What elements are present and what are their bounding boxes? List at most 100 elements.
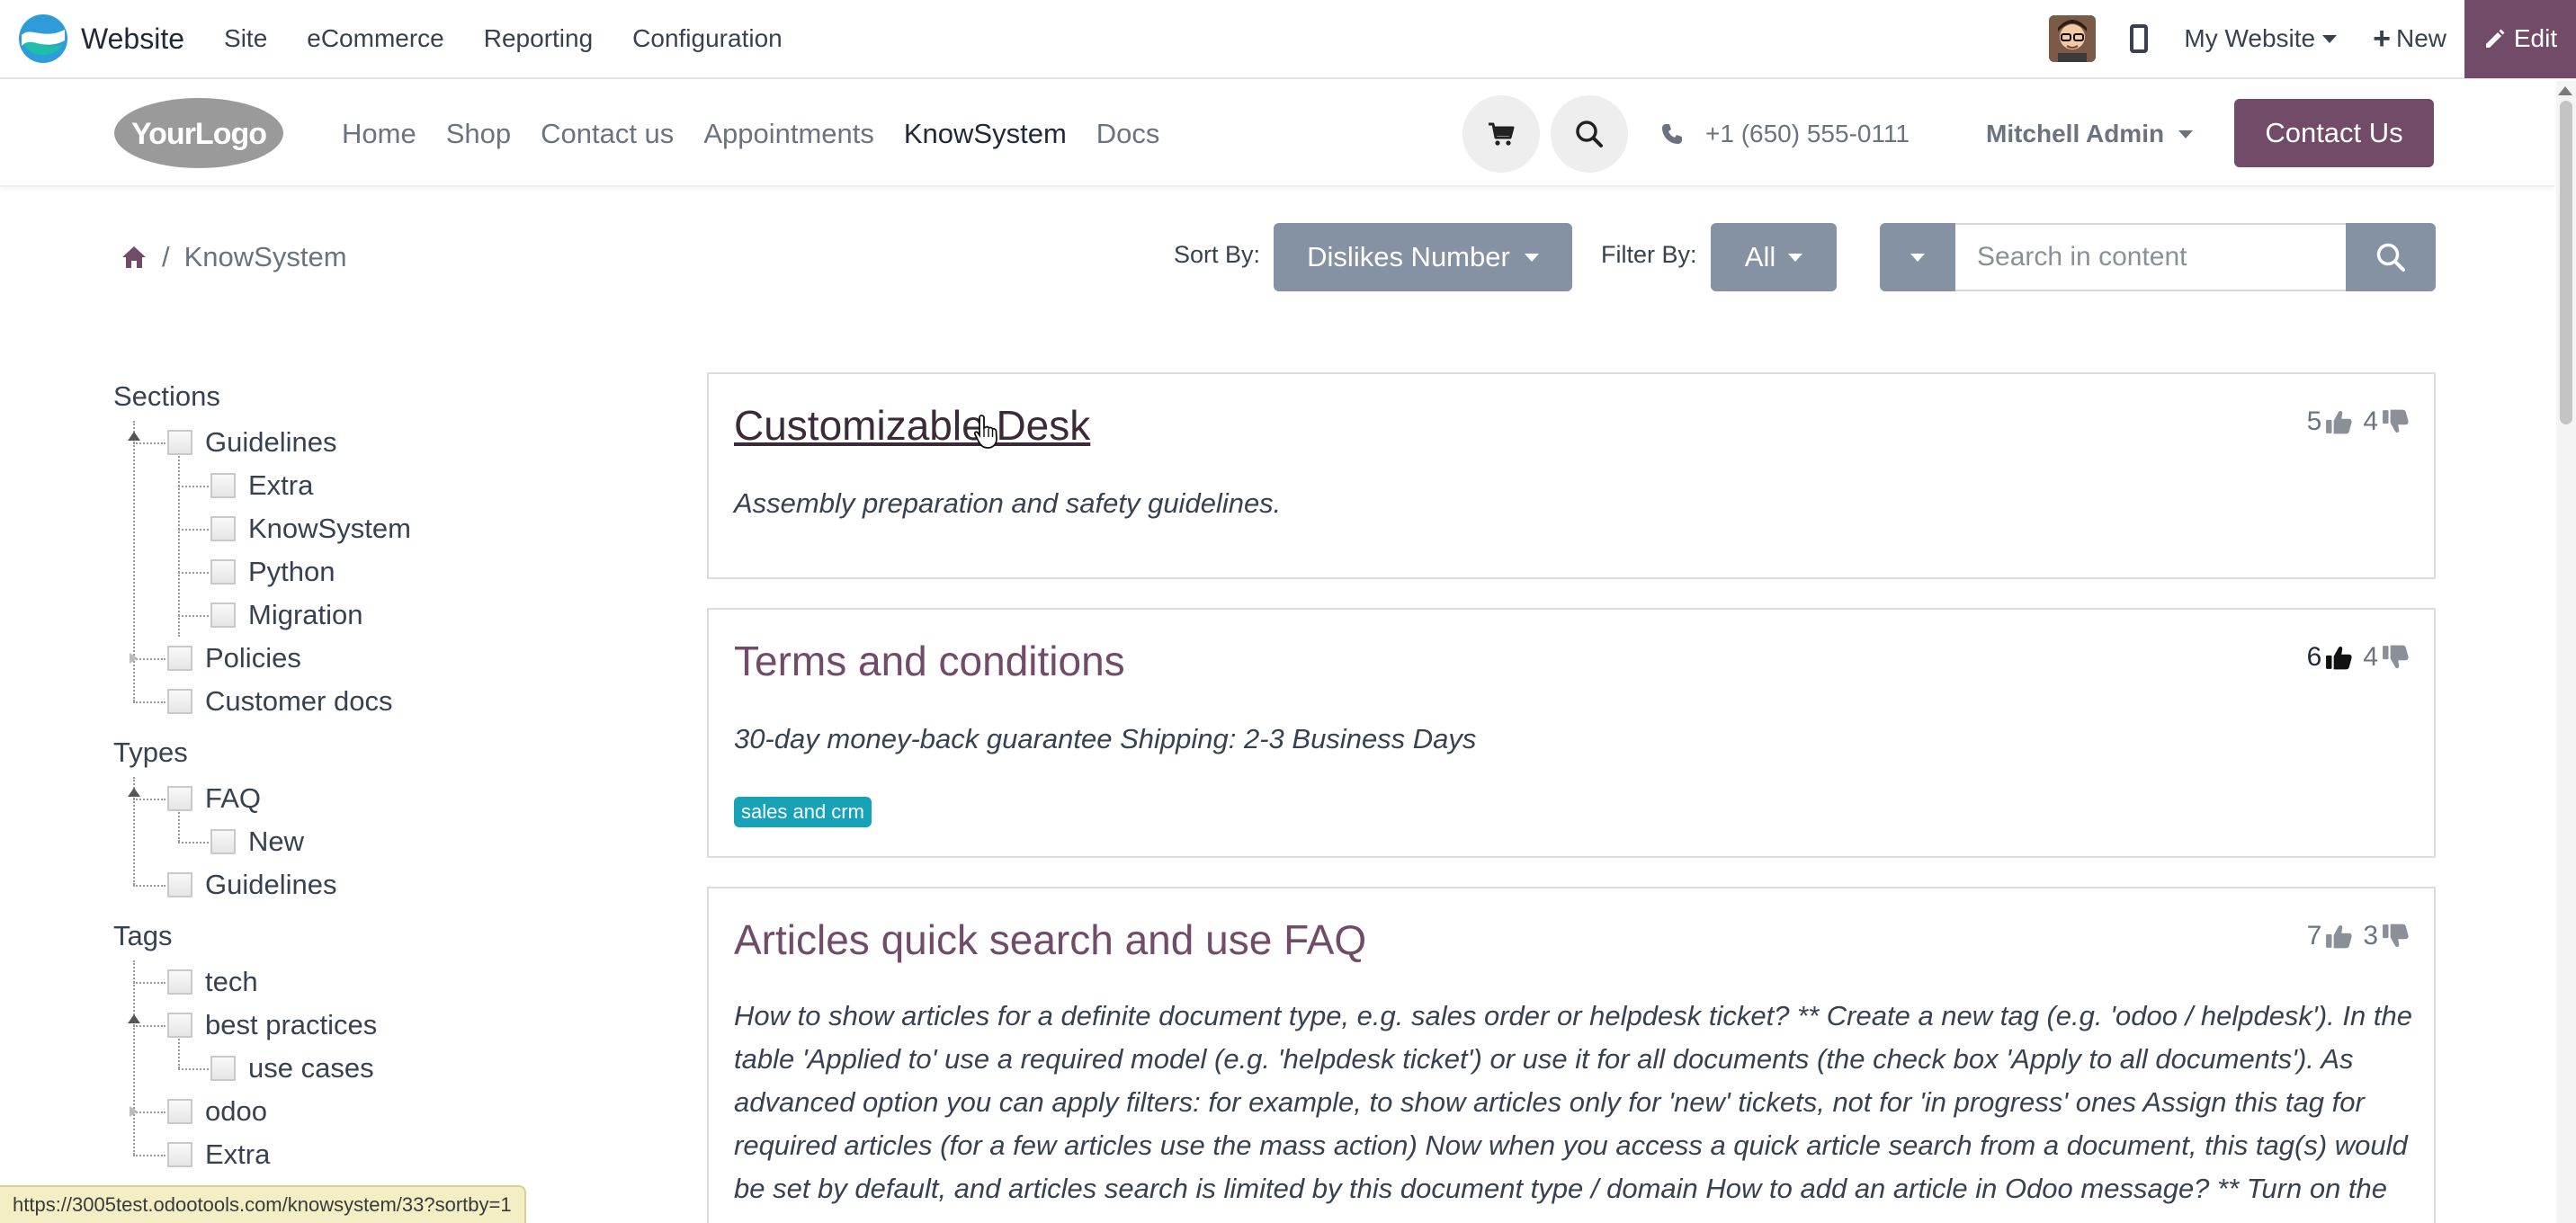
filter-sidebar: Sections Guidelines Extra KnowSystem Pyt… [113, 378, 617, 1176]
content-search [1880, 223, 2436, 291]
caret-down-icon [1788, 253, 1803, 262]
tag-best-practices[interactable]: best practices [113, 1004, 617, 1047]
section-policies[interactable]: Policies [113, 637, 617, 680]
tag-odoo[interactable]: odoo [113, 1090, 617, 1133]
edit-button[interactable]: Edit [2464, 0, 2576, 78]
tags-title: Tags [113, 920, 173, 951]
tag-label: tech [205, 966, 258, 997]
thumbs-down-icon[interactable] [2382, 924, 2409, 949]
checkbox[interactable] [210, 516, 236, 541]
expand-icon[interactable] [130, 1106, 138, 1117]
nav-knowsystem[interactable]: KnowSystem [904, 118, 1067, 150]
checkbox[interactable] [210, 473, 236, 498]
article-card[interactable]: Articles quick search and use FAQ 7 3 Ho… [707, 887, 2436, 1223]
contact-us-button[interactable]: Contact Us [2234, 99, 2434, 167]
nav-docs[interactable]: Docs [1096, 118, 1160, 150]
sort-dropdown[interactable]: Dislikes Number [1274, 223, 1572, 291]
cart-button[interactable] [1462, 95, 1540, 173]
section-python[interactable]: Python [113, 550, 617, 594]
thumbs-up-icon[interactable] [2325, 409, 2352, 434]
checkbox[interactable] [210, 1056, 236, 1081]
home-icon[interactable] [121, 245, 148, 270]
menu-site[interactable]: Site [204, 24, 287, 53]
filter-dropdown[interactable]: All [1711, 223, 1837, 291]
tag-tech[interactable]: tech [113, 960, 617, 1004]
topbar-actions: My Website + New Edit [2049, 0, 2576, 78]
checkbox[interactable] [167, 430, 192, 455]
nav-home[interactable]: Home [342, 118, 416, 150]
checkbox[interactable] [167, 1099, 192, 1124]
expand-icon[interactable] [130, 653, 138, 664]
pencil-icon [2485, 29, 2505, 48]
search-icon [1576, 121, 1603, 147]
expand-icon[interactable] [128, 432, 140, 441]
scroll-up-icon[interactable] [2558, 86, 2572, 95]
menu-reporting[interactable]: Reporting [464, 24, 613, 53]
checkbox[interactable] [167, 1142, 192, 1167]
thumbs-up-icon[interactable] [2325, 924, 2352, 949]
search-input[interactable] [1955, 223, 2346, 291]
user-menu[interactable]: Mitchell Admin [1986, 81, 2194, 187]
tag-label: best practices [205, 1009, 378, 1040]
section-migration[interactable]: Migration [113, 594, 617, 637]
tag-use-cases[interactable]: use cases [113, 1047, 617, 1090]
checkbox[interactable] [210, 559, 236, 585]
phone-number[interactable]: +1 (650) 555-0111 [1660, 81, 1910, 187]
checkbox[interactable] [167, 872, 192, 897]
section-guidelines[interactable]: Guidelines [113, 421, 617, 464]
article-description: Assembly preparation and safety guidelin… [734, 487, 1282, 519]
site-logo[interactable]: YourLogo [113, 97, 284, 169]
new-button[interactable]: + New [2373, 22, 2446, 57]
thumbs-down-icon[interactable] [2382, 409, 2409, 434]
article-title[interactable]: Terms and conditions [734, 637, 1125, 685]
tag-extra[interactable]: Extra [113, 1133, 617, 1176]
nav-contact-us[interactable]: Contact us [541, 118, 674, 150]
filter-label: Filter By: [1601, 241, 1697, 268]
likes-count: 7 [2306, 921, 2322, 951]
article-title[interactable]: Articles quick search and use FAQ [734, 915, 1366, 964]
nav-shop[interactable]: Shop [446, 118, 511, 150]
section-customer-docs[interactable]: Customer docs [113, 680, 617, 723]
website-app-icon[interactable] [18, 13, 68, 64]
expand-icon[interactable] [128, 1014, 140, 1023]
section-label: Migration [248, 599, 363, 630]
type-faq[interactable]: FAQ [113, 777, 617, 820]
section-label: Extra [248, 469, 314, 501]
tags-tree: tech best practices use cases odoo Extra [113, 960, 617, 1176]
avatar[interactable] [2049, 15, 2097, 62]
dislikes-count: 4 [2363, 406, 2378, 436]
nav-appointments[interactable]: Appointments [703, 118, 874, 150]
expand-icon[interactable] [128, 788, 140, 797]
menu-configuration[interactable]: Configuration [613, 24, 802, 53]
section-extra[interactable]: Extra [113, 464, 617, 507]
types-title: Types [113, 736, 188, 768]
thumbs-down-icon[interactable] [2382, 645, 2409, 670]
type-guidelines[interactable]: Guidelines [113, 863, 617, 906]
checkbox[interactable] [167, 786, 192, 811]
scrollbar-thumb[interactable] [2560, 101, 2572, 424]
hand-cursor-icon [973, 415, 997, 449]
search-submit-button[interactable] [2346, 223, 2436, 291]
my-website-dropdown[interactable]: My Website [2184, 24, 2338, 53]
article-card[interactable]: Customizable Desk 5 4 Assembly preparati… [707, 372, 2436, 579]
article-title[interactable]: Customizable Desk [734, 401, 1090, 450]
section-knowsystem[interactable]: KnowSystem [113, 507, 617, 550]
checkbox[interactable] [167, 969, 192, 995]
checkbox[interactable] [167, 1013, 192, 1038]
checkbox[interactable] [210, 603, 236, 628]
article-tag[interactable]: sales and crm [734, 797, 872, 827]
type-label: Guidelines [205, 869, 337, 900]
likes-count: 5 [2306, 406, 2322, 436]
my-website-label: My Website [2184, 24, 2316, 52]
checkbox[interactable] [210, 829, 236, 854]
checkbox[interactable] [167, 689, 192, 714]
article-card[interactable]: Terms and conditions 6 4 30-day money-ba… [707, 608, 2436, 858]
search-options-dropdown[interactable] [1880, 223, 1955, 291]
thumbs-up-icon[interactable] [2325, 645, 2352, 670]
mobile-preview-icon[interactable] [2130, 24, 2149, 53]
app-name[interactable]: Website [81, 22, 184, 56]
checkbox[interactable] [167, 646, 192, 671]
header-search-button[interactable] [1551, 95, 1628, 173]
menu-ecommerce[interactable]: eCommerce [287, 24, 463, 53]
type-new[interactable]: New [113, 820, 617, 863]
